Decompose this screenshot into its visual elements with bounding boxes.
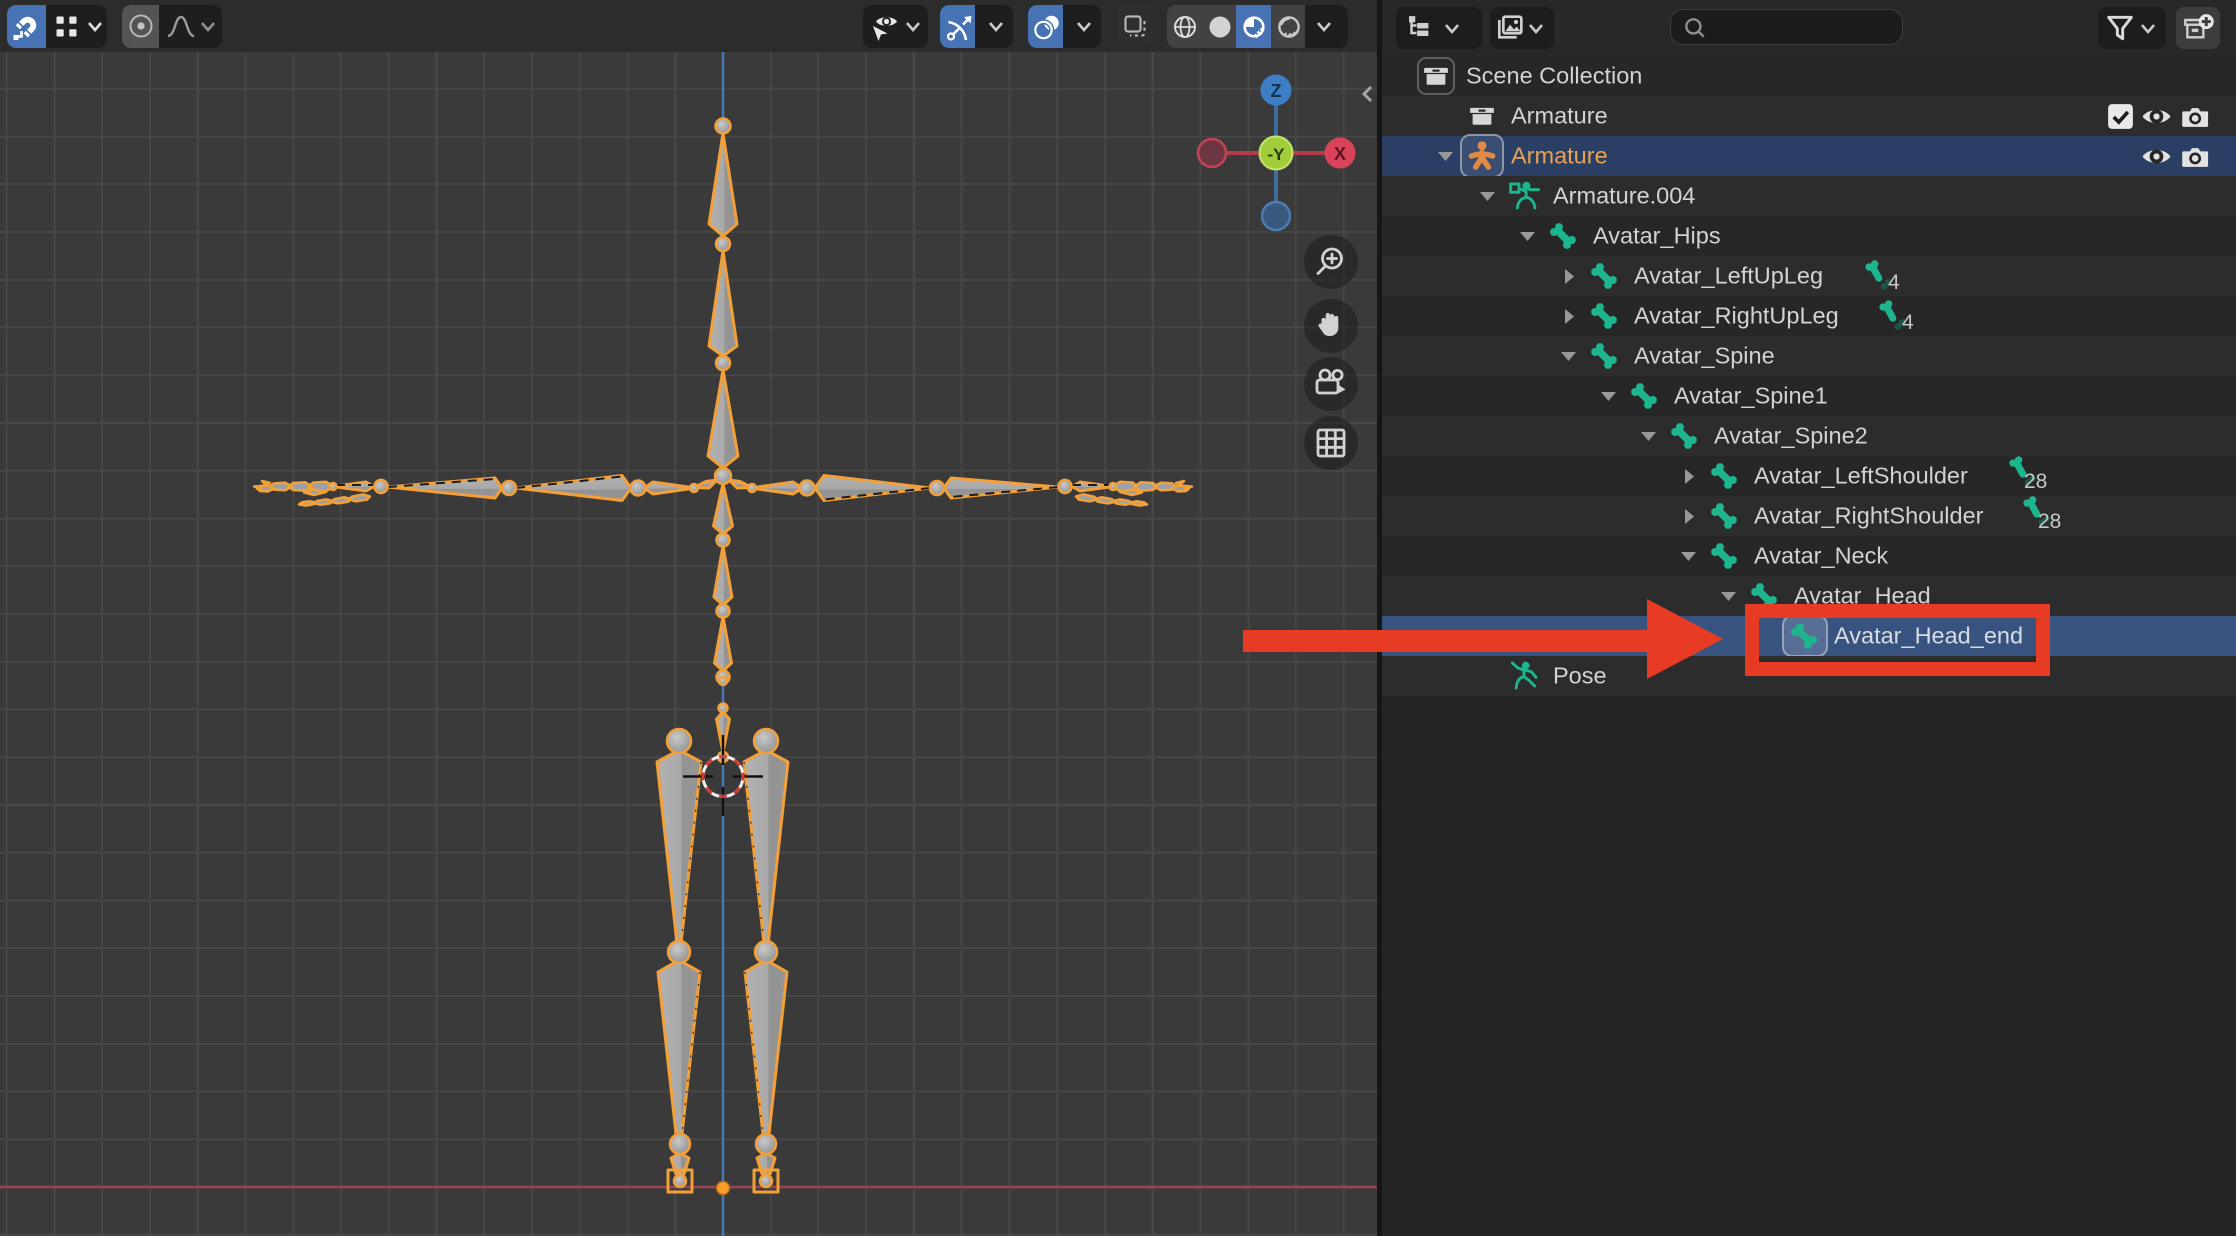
- svg-text:Z: Z: [1271, 81, 1282, 101]
- svg-text:X: X: [1334, 144, 1346, 164]
- svg-text:-Y: -Y: [1268, 145, 1286, 164]
